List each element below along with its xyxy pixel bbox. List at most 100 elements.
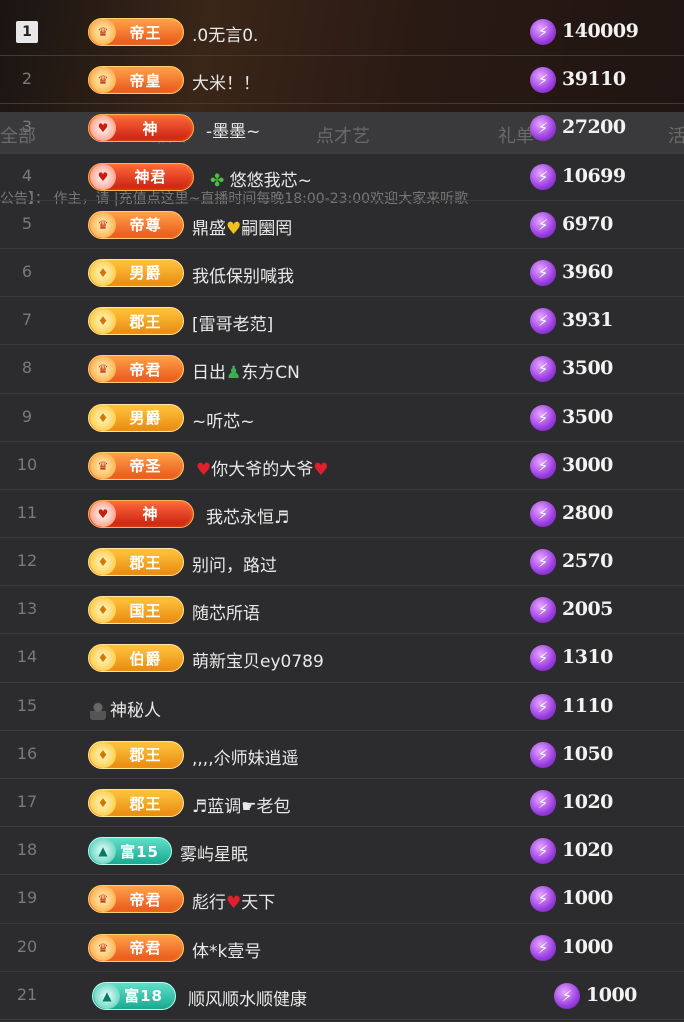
user-name-wrap[interactable]: 日出♟东方CN [192,358,300,383]
user-name[interactable]: 雾屿星眠 [180,840,248,865]
badge-label: 帝圣 [129,457,162,476]
diamond-icon: ♦ [90,259,116,286]
user-name[interactable]: 我低保别喊我 [192,262,294,287]
level-badge: ♦ 郡王 [88,740,184,769]
heart-icon: ♥ [313,459,329,480]
level-badge: ♛ 帝君 [88,885,184,914]
user-name-wrap[interactable]: 神秘人 [90,696,161,721]
ranking-row[interactable]: 14 ♦ 伯爵 萌新宝贝ey0789 ⚡ 1310 [0,634,684,683]
user-name[interactable]: 体*k壹号 [192,937,261,962]
user-name-suffix: 天下 [241,893,276,914]
diamond-icon: ♦ [90,597,116,624]
badge-label: 男爵 [129,409,162,427]
rank-number: 15 [16,695,38,715]
crown-icon: ♛ [90,934,116,961]
ranking-row[interactable]: 10 ♛ 帝圣 ♥你大爷的大爷♥ ⚡ 3000 [0,442,684,490]
level-badge: ♥ 神 [88,114,194,143]
person-icon: ♟ [226,363,242,384]
user-name[interactable]: -墨墨~ [206,117,260,142]
rank-number: 21 [16,984,38,1004]
ranking-row[interactable]: 8 ♛ 帝君 日出♟东方CN ⚡ 3500 [0,345,684,394]
coin-icon: ⚡ [530,308,556,335]
contribution-amount: 2570 [562,550,613,573]
ranking-row[interactable]: 3 ♥ 神 -墨墨~ ⚡ 27200 [0,104,684,153]
contribution-amount: 3931 [562,309,613,332]
triangle-icon: ▲ [94,982,120,1009]
user-name[interactable]: ,,,,尒师妹逍遥 [192,744,299,769]
crown-icon: ♛ [90,67,116,94]
contribution-amount: 3500 [562,405,613,428]
user-name-wrap[interactable]: ♥你大爷的大爷♥ [196,455,329,480]
rank-number: 11 [16,502,38,522]
user-name-wrap[interactable]: 彪行♥天下 [192,888,275,913]
ranking-row[interactable]: 9 ♦ 男爵 ~听芯~ ⚡ 3500 [0,394,684,442]
ranking-row[interactable]: 5 ♛ 帝尊 鼎盛♥嗣圞罔 ⚡ 6970 [0,201,684,249]
ranking-row[interactable]: 1 ♛ 帝王 .0无言0. ⚡ 140009 [0,8,684,57]
crown-icon: ♛ [90,211,116,238]
ranking-row[interactable]: 7 ♦ 郡王 [雷哥老范] ⚡ 3931 [0,297,684,346]
user-name-wrap[interactable]: ✤ 悠悠我芯~ [210,166,312,191]
level-badge: ♦ 郡王 [88,789,184,817]
user-name-wrap[interactable]: 鼎盛♥嗣圞罔 [192,214,292,239]
user-name[interactable]: .0无言0. [192,21,258,46]
ranking-row[interactable]: 15 神秘人 ⚡ 1110 [0,683,684,731]
level-badge: ♛ 帝皇 [88,66,184,95]
level-badge: ♛ 帝君 [88,355,184,384]
contribution-amount: 1020 [562,839,613,862]
level-badge: ♦ 男爵 [88,403,184,432]
user-name[interactable]: ♬蓝调☛老包 [192,792,290,817]
ranking-row[interactable]: 17 ♦ 郡王 ♬蓝调☛老包 ⚡ 1020 [0,779,684,828]
rank-number: 13 [16,599,38,619]
heart-icon: ♥ [226,218,242,239]
badge-label: 富18 [124,987,163,1006]
ranking-row[interactable]: 16 ♦ 郡王 ,,,,尒师妹逍遥 ⚡ 1050 [0,731,684,779]
ranking-row[interactable]: 6 ♦ 男爵 我低保别喊我 ⚡ 3960 [0,249,684,298]
rank-number: 4 [21,165,33,185]
rank-number: 2 [21,69,33,89]
contribution-amount: 1000 [562,887,613,910]
contribution-amount: 3960 [562,260,613,283]
user-name[interactable]: 别问，路过 [192,551,277,576]
heart-icon: ♥ [90,500,116,527]
user-name[interactable]: 我芯永恒♬ [206,503,289,528]
heart-icon: ♥ [90,163,116,190]
badge-label: 神 [142,505,159,524]
rank-number: 6 [21,261,33,281]
rank-number: 5 [21,213,33,233]
user-name[interactable]: 顺风顺水顺健康 [188,985,307,1010]
contribution-amount: 1310 [562,646,613,669]
ranking-row[interactable]: 2 ♛ 帝皇 大米！！ ⚡ 39110 [0,56,684,105]
user-name-suffix: 嗣圞罔 [241,218,293,239]
badge-label: 郡王 [129,794,162,813]
rank-number: 16 [16,743,38,763]
ranking-row[interactable]: 21 ▲ 富18 顺风顺水顺健康 ⚡ 1000 [0,972,684,1020]
coin-icon: ⚡ [530,163,556,190]
user-name: 悠悠我芯~ [229,170,312,191]
ranking-row[interactable]: 18 ▲ 富15 雾屿星眠 ⚡ 1020 [0,827,684,876]
contribution-amount: 3000 [562,453,613,476]
coin-icon: ⚡ [530,934,556,961]
ranking-row[interactable]: 20 ♛ 帝君 体*k壹号 ⚡ 1000 [0,924,684,972]
wealth-badge: ▲ 富15 [88,837,172,866]
user-name[interactable]: 大米！！ [192,69,260,94]
badge-label: 郡王 [129,746,162,765]
ranking-row[interactable]: 13 ♦ 国王 随芯所语 ⚡ 2005 [0,586,684,635]
user-name-suffix: 东方CN [241,363,300,384]
ranking-row[interactable]: 19 ♛ 帝君 彪行♥天下 ⚡ 1000 [0,875,684,924]
user-name[interactable]: [雷哥老范] [192,310,273,335]
contribution-amount: 1110 [562,694,613,717]
diamond-icon: ♦ [90,645,116,672]
coin-icon: ⚡ [530,404,556,431]
user-name[interactable]: 随芯所语 [192,599,260,624]
ranking-row[interactable]: 11 ♥ 神 我芯永恒♬ ⚡ 2800 [0,490,684,539]
ranking-row[interactable]: 4 ♥ 神君 ✤ 悠悠我芯~ ⚡ 10699 [0,153,684,201]
user-name[interactable]: ~听芯~ [192,407,255,432]
ranking-row[interactable]: 12 ♦ 郡王 别问，路过 ⚡ 2570 [0,538,684,587]
user-name: 神秘人 [110,700,161,721]
diamond-icon: ♦ [90,404,116,431]
coin-icon: ⚡ [530,115,556,142]
coin-icon: ⚡ [530,838,556,865]
user-name: 日出 [192,363,226,384]
user-name[interactable]: 萌新宝贝ey0789 [192,647,324,672]
level-badge: ♦ 男爵 [88,258,184,287]
